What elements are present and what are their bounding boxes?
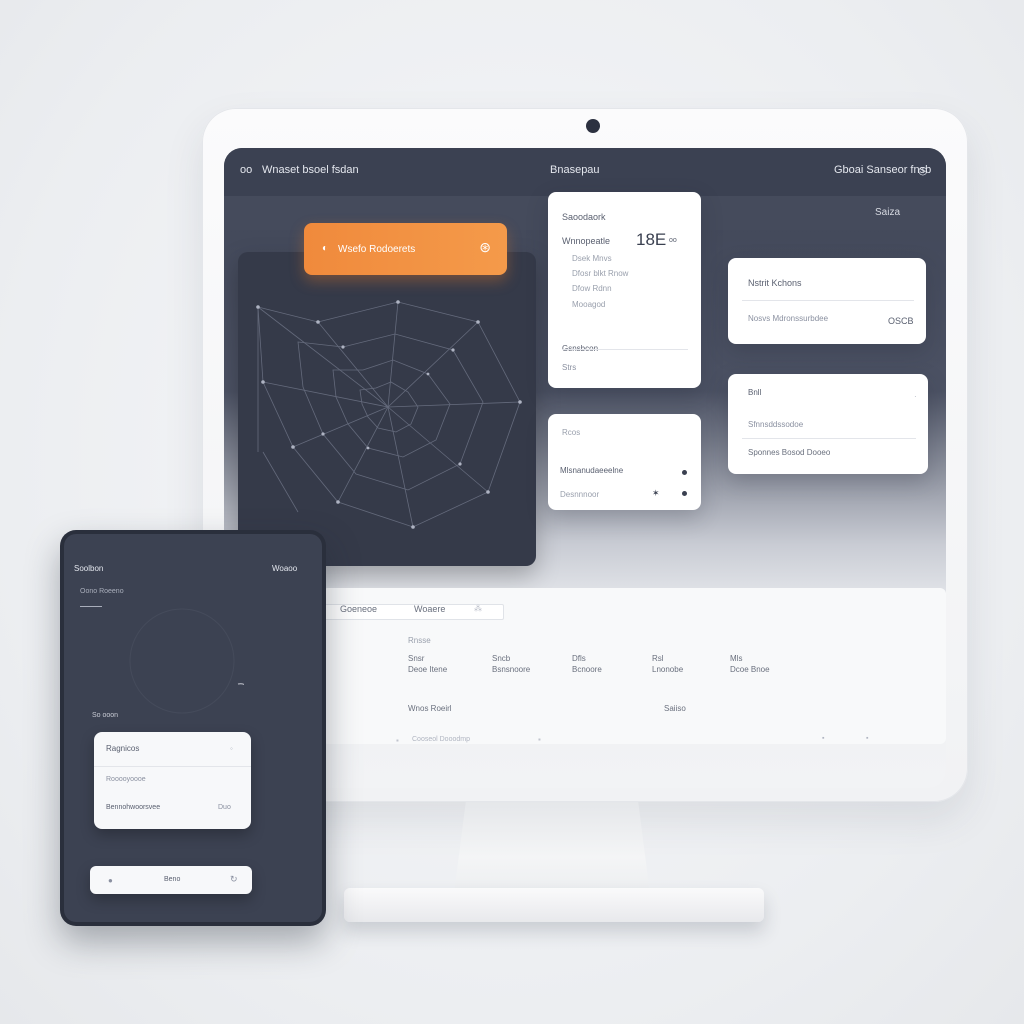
- clock-icon[interactable]: ◷: [918, 164, 928, 177]
- divider: [94, 766, 251, 767]
- page-title: Bnasepau: [550, 164, 600, 176]
- stats-value: 18E: [636, 230, 667, 249]
- stats-item: Dsek Mnvs: [572, 254, 612, 263]
- stats-footer-value: Strs: [562, 363, 577, 372]
- more-icon[interactable]: ·: [914, 392, 917, 401]
- network-graph-panel: [238, 252, 536, 566]
- monitor-screen: oo Wnaset bsoel fsdan Bnasepau Gboai San…: [224, 148, 946, 788]
- tablet-card-title: Ragnicos: [106, 744, 140, 753]
- tab-overview[interactable]: Goeneoe: [340, 604, 377, 614]
- stats-unit: oo: [669, 237, 677, 244]
- monitor-stand-base: [344, 888, 764, 922]
- divider: [742, 438, 916, 439]
- close-icon[interactable]: ◦: [230, 744, 233, 753]
- user-status[interactable]: Gboai Sanseor fnsb: [834, 164, 931, 176]
- tablet-bottom-button[interactable]: ● Beno ↻: [90, 866, 252, 894]
- tablet-title: Soolbon: [74, 564, 104, 573]
- refresh-icon: ↻: [230, 874, 238, 884]
- tablet-subtitle: Oono Roeeno: [80, 588, 124, 595]
- column-head: Sncb: [492, 654, 511, 663]
- info-card-label: Rcos: [562, 428, 581, 437]
- list-card-row: Sfnnsddssodoe: [748, 420, 804, 429]
- camera-icon: [586, 119, 600, 133]
- tablet-top-link[interactable]: Woaoo: [272, 564, 297, 573]
- top-bar: oo Wnaset bsoel fsdan Bnasepau Gboai San…: [224, 148, 946, 196]
- chevron-icon[interactable]: ▪: [866, 735, 868, 742]
- status-dot: [682, 491, 687, 496]
- notice-row-label: Nosvs Mdronssurbdee: [748, 314, 829, 323]
- section-label: So ooon: [92, 712, 119, 719]
- tablet-card-row-value: Duo: [218, 804, 231, 811]
- stats-item: Dfosr blkt Rnow: [572, 269, 629, 278]
- settings-link[interactable]: Saiza: [875, 207, 900, 218]
- column-head: Dfls: [572, 654, 586, 663]
- column-value: Bcnoore: [572, 665, 602, 674]
- dot-icon: ▪: [538, 735, 541, 744]
- notice-row-value: OSCB: [888, 316, 914, 326]
- stats-card-title: Saoodaork: [562, 212, 606, 222]
- column-head: Rsl: [652, 654, 664, 663]
- stats-label: Wnnopeatle: [562, 236, 611, 246]
- pin-icon[interactable]: ✶: [652, 488, 660, 499]
- column-value: Dcoe Bnoe: [730, 665, 770, 674]
- list-card[interactable]: Bnll · Sfnnsddssodoe Sponnes Bosod Dooeo: [728, 374, 928, 474]
- gear-icon: ⊛: [479, 239, 491, 255]
- column-value: Bsnsnoore: [492, 665, 531, 674]
- info-card-row: Desnnnoor: [560, 490, 600, 499]
- list-card-title: Bnll: [748, 388, 762, 397]
- tablet-screen: Soolbon Woaoo Oono Roeeno So ooon Ragnic…: [64, 534, 322, 922]
- section-label: Rnsse: [408, 636, 431, 645]
- tablet-card-row: Bennohwoorsvee: [106, 804, 161, 811]
- stats-item: Mooagod: [572, 300, 606, 309]
- divider: [562, 349, 688, 350]
- footer-right-title: Saiiso: [664, 704, 686, 713]
- primary-action-label: Wsefo Rodoerets: [338, 244, 416, 255]
- info-card-row: Mlsnanudaeeelne: [560, 466, 624, 475]
- tablet-card[interactable]: Ragnicos ◦ Rooooyoooe Bennohwoorsvee Duo: [94, 732, 251, 829]
- footer-subtitle: Cooseol Dooodmp: [412, 736, 470, 743]
- data-panel: Goeneoe Woaere ⁂ Rnsse Snsr Deoe Itene S…: [322, 588, 946, 745]
- primary-action-button[interactable]: ◐ Wsefo Rodoerets ⊛: [304, 223, 507, 275]
- half-circle-icon: ◐: [322, 243, 329, 254]
- tablet-card-row: Rooooyoooe: [106, 776, 146, 783]
- notice-card[interactable]: Nstrit Kchons Nosvs Mdronssurbdee OSCB: [728, 258, 926, 344]
- network-graph: [256, 300, 522, 529]
- chevron-icon[interactable]: ▪: [822, 735, 824, 742]
- column-value: Lnonobe: [652, 665, 684, 674]
- app-title: Wnaset bsoel fsdan: [262, 164, 359, 176]
- stats-card[interactable]: Saoodaork Wnnopeatle 18E oo Dsek Mnvs Df…: [548, 192, 701, 388]
- stats-item: Dfow Rdnn: [572, 284, 612, 293]
- footer-title: Wnos Roeirl: [408, 704, 452, 713]
- info-card[interactable]: Rcos Mlsnanudaeeelne Desnnnoor ✶: [548, 414, 701, 510]
- menu-icon[interactable]: oo: [240, 164, 252, 176]
- sparkle-icon: ⁂: [474, 604, 482, 613]
- tab-details[interactable]: Woaere: [414, 604, 445, 614]
- divider: [80, 606, 102, 607]
- column-head: Mls: [730, 654, 743, 663]
- notice-card-title: Nstrit Kchons: [748, 278, 802, 288]
- dot-icon: ▪: [396, 736, 399, 745]
- list-card-row: Sponnes Bosod Dooeo: [748, 448, 831, 457]
- column-value: Deoe Itene: [408, 665, 448, 674]
- column-head: Snsr: [408, 654, 425, 663]
- status-dot: [682, 470, 687, 475]
- divider: [742, 300, 914, 301]
- tablet-bottom-button-label: Beno: [164, 876, 181, 883]
- progress-ring: [129, 608, 244, 714]
- monitor-stand-neck: [454, 802, 650, 894]
- dot-icon: ●: [108, 876, 113, 885]
